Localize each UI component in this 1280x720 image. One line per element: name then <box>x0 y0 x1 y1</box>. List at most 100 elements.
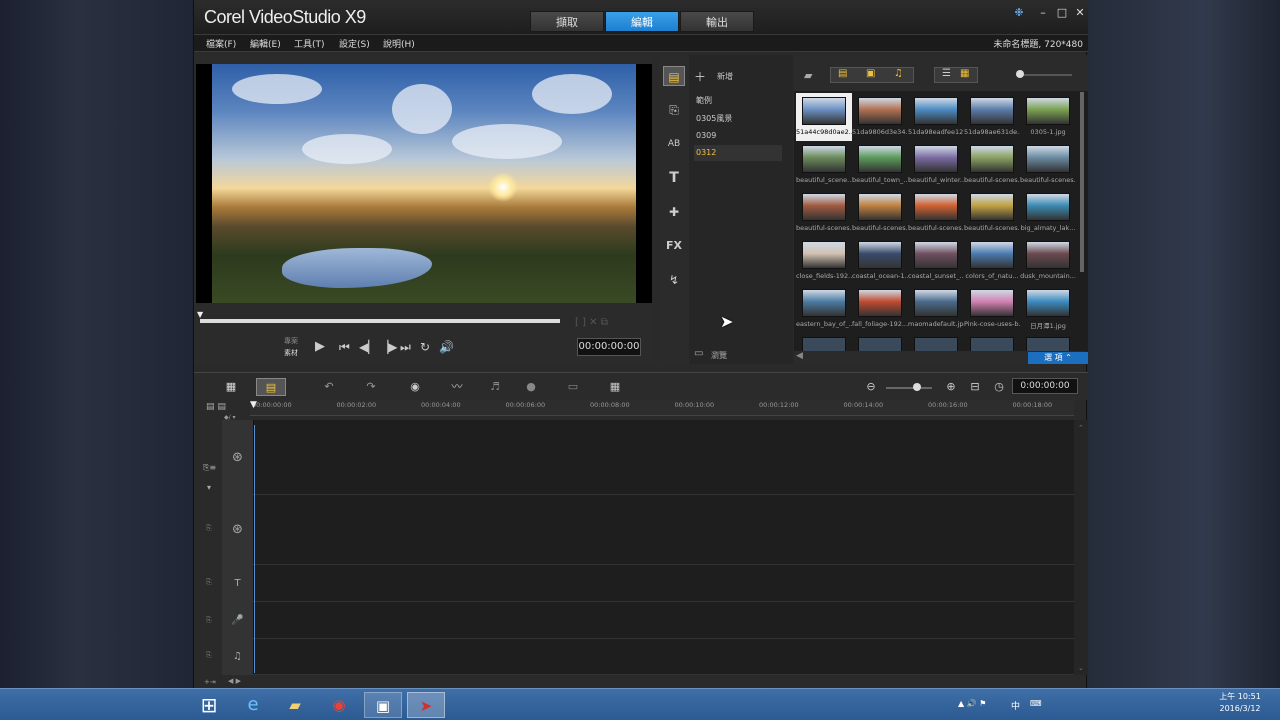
tab-capture[interactable]: 擷取 <box>530 11 604 32</box>
library-scrollbar[interactable] <box>1080 92 1084 272</box>
add-folder-icon[interactable]: ＋ <box>694 68 706 85</box>
end-icon[interactable]: ⏭ <box>400 340 411 355</box>
ime-options-icon[interactable]: ⌨ <box>1030 699 1042 708</box>
menu-settings[interactable]: 設定(S) <box>339 37 370 50</box>
timeline-timecode[interactable]: 0:00:00:00 <box>1012 378 1078 394</box>
list-view-icon[interactable]: ☰ <box>942 68 951 79</box>
title-icon[interactable]: T <box>663 168 685 188</box>
subtitle-editor-icon[interactable]: ▭ <box>558 378 588 396</box>
mark-in-out-icon[interactable]: [ ] ✕ ⧉ <box>575 317 608 328</box>
library-thumbnail[interactable]: beautiful-scenes... <box>852 189 908 237</box>
record-capture-icon[interactable]: ◉ <box>400 378 430 396</box>
tab-share[interactable]: 輸出 <box>680 11 754 32</box>
library-thumbnail[interactable]: 日月潭1.jpg <box>1020 285 1076 333</box>
scroll-down-icon[interactable]: ⌄ <box>1078 664 1084 672</box>
voice-track[interactable]: 🎤 <box>222 602 1074 639</box>
close-button[interactable]: ✕ <box>1072 6 1088 20</box>
timecode-display[interactable]: 00:00:00:00 <box>577 338 641 356</box>
help-globe-icon[interactable]: ❉ <box>1011 6 1027 20</box>
volume-icon[interactable]: 🔊 <box>439 340 454 354</box>
media-icon[interactable]: ▤ <box>663 66 685 86</box>
undo-icon[interactable]: ↶ <box>314 378 344 396</box>
library-thumbnail[interactable]: 51da98ae631de... <box>964 93 1020 141</box>
timeline-view-icon[interactable]: ▤ <box>256 378 286 396</box>
library-thumbnail[interactable]: beautiful_winter... <box>908 141 964 189</box>
graphics-icon[interactable]: ✚ <box>663 202 685 222</box>
library-thumbnail[interactable]: 51a44c98d0ae2... <box>796 93 852 141</box>
title-track[interactable]: T <box>222 565 1074 602</box>
show-photos-icon[interactable]: ▣ <box>866 68 875 79</box>
mode-project-label[interactable]: 專案 <box>284 336 298 346</box>
menu-help[interactable]: 說明(H) <box>383 37 415 50</box>
browse-icon[interactable]: ▭ <box>694 348 703 359</box>
transition-icon[interactable]: AB <box>663 134 685 154</box>
tab-edit[interactable]: 編輯 <box>605 11 679 32</box>
video-track-icon[interactable]: ⊛ <box>222 420 254 494</box>
show-videos-icon[interactable]: ▤ <box>838 68 847 79</box>
home-icon[interactable]: ⏮ <box>339 340 350 355</box>
library-thumbnail[interactable]: beautiful-scenes... <box>964 141 1020 189</box>
timeline-scrollbar[interactable] <box>1074 420 1088 675</box>
playhead-line[interactable] <box>254 425 255 673</box>
library-thumbnail[interactable]: colors_of_natu... <box>964 237 1020 285</box>
video-track[interactable]: ⊛ <box>222 420 1074 495</box>
menu-edit[interactable]: 編輯(E) <box>250 37 281 50</box>
start-button-icon[interactable]: ⊞ <box>190 692 228 718</box>
thumbnail-view-icon[interactable]: ▦ <box>960 68 969 79</box>
library-thumbnail[interactable]: close_fields-192... <box>796 237 852 285</box>
library-thumbnail[interactable]: fall_foliage-192... <box>852 285 908 333</box>
system-tray-icons[interactable]: ▲ 🔊 ⚑ <box>958 699 986 708</box>
maximize-button[interactable]: □ <box>1054 6 1070 20</box>
library-thumbnail[interactable]: beautiful-scenes... <box>796 189 852 237</box>
add-folder-label[interactable]: 新增 <box>717 71 733 82</box>
previous-frame-icon[interactable]: ◀▏ <box>359 340 377 354</box>
library-thumbnail[interactable]: beautiful-scenes... <box>1020 141 1076 189</box>
music-track[interactable]: ♫ <box>222 639 1074 675</box>
library-thumbnail[interactable]: beautiful-scenes... <box>964 189 1020 237</box>
lock-track-icon[interactable]: ⎘ <box>206 524 212 533</box>
library-thumbnail[interactable] <box>852 333 908 351</box>
library-thumbnail[interactable] <box>796 333 852 351</box>
zoom-out-icon[interactable]: ⊖ <box>856 378 886 396</box>
multi-camera-icon[interactable]: ▦ <box>600 378 630 396</box>
timeline-ruler[interactable]: 00:00:00:00 00:00:02:00 00:00:04:00 00:00:0… <box>250 400 1074 416</box>
overlay-track[interactable]: ⊛ <box>222 495 1074 565</box>
menu-tools[interactable]: 工具(T) <box>294 37 325 50</box>
music-track-icon[interactable]: ♫ <box>222 639 254 674</box>
scroll-up-icon[interactable]: ⌃ <box>1078 424 1084 432</box>
internet-explorer-icon[interactable]: e <box>234 692 272 718</box>
library-thumbnail[interactable]: dusk_mountain... <box>1020 237 1076 285</box>
library-thumbnail[interactable]: maomadefault.jpg <box>908 285 964 333</box>
file-explorer-icon[interactable]: ▰ <box>276 692 314 718</box>
track-manager-icon[interactable]: ▤ ▤ <box>206 402 226 412</box>
thumbnail-size-slider[interactable] <box>1016 74 1072 76</box>
folder-item[interactable]: 範例 <box>694 93 782 109</box>
scrubber-start-marker[interactable]: ▼ <box>197 310 203 319</box>
timeline-scrubber[interactable] <box>200 319 560 323</box>
library-thumbnail[interactable] <box>1020 333 1076 351</box>
options-button[interactable]: 選 項 ⌃ <box>1028 352 1088 364</box>
ime-indicator[interactable]: 中 <box>1011 699 1020 712</box>
minimize-button[interactable]: – <box>1035 6 1051 20</box>
timeline-scroll-arrows-icon[interactable]: ◀ ▶ <box>228 677 241 685</box>
storyboard-view-icon[interactable]: ▦ <box>216 378 246 396</box>
library-thumbnail[interactable]: eastern_bay_of_... <box>796 285 852 333</box>
project-duration-icon[interactable]: ◷ <box>984 378 1014 396</box>
path-icon[interactable]: ↯ <box>663 270 685 290</box>
collapse-library-icon[interactable]: ◀ <box>796 351 803 361</box>
add-track-icon[interactable]: +⇥ <box>204 678 216 686</box>
library-thumbnail[interactable]: big_almaty_lak... <box>1020 189 1076 237</box>
library-thumbnail[interactable]: coastal_ocean-1... <box>852 237 908 285</box>
motion-tracking-icon[interactable]: ● <box>516 378 546 396</box>
expand-arrow-icon[interactable]: ▾ <box>207 483 211 492</box>
library-thumbnail[interactable]: beautiful-scenes... <box>908 189 964 237</box>
slider-knob[interactable] <box>1016 70 1024 78</box>
library-thumbnail[interactable]: 0305-1.jpg <box>1020 93 1076 141</box>
library-thumbnail[interactable]: beautiful_town_... <box>852 141 908 189</box>
preview-window[interactable] <box>196 64 652 303</box>
play-icon[interactable]: ▶ <box>315 339 325 354</box>
library-thumbnail[interactable]: beautiful_scene... <box>796 141 852 189</box>
mode-clip-label[interactable]: 素材 <box>284 348 298 358</box>
chrome-icon[interactable]: ◉ <box>320 692 358 718</box>
overlay-track-icon[interactable]: ⊛ <box>222 495 254 564</box>
